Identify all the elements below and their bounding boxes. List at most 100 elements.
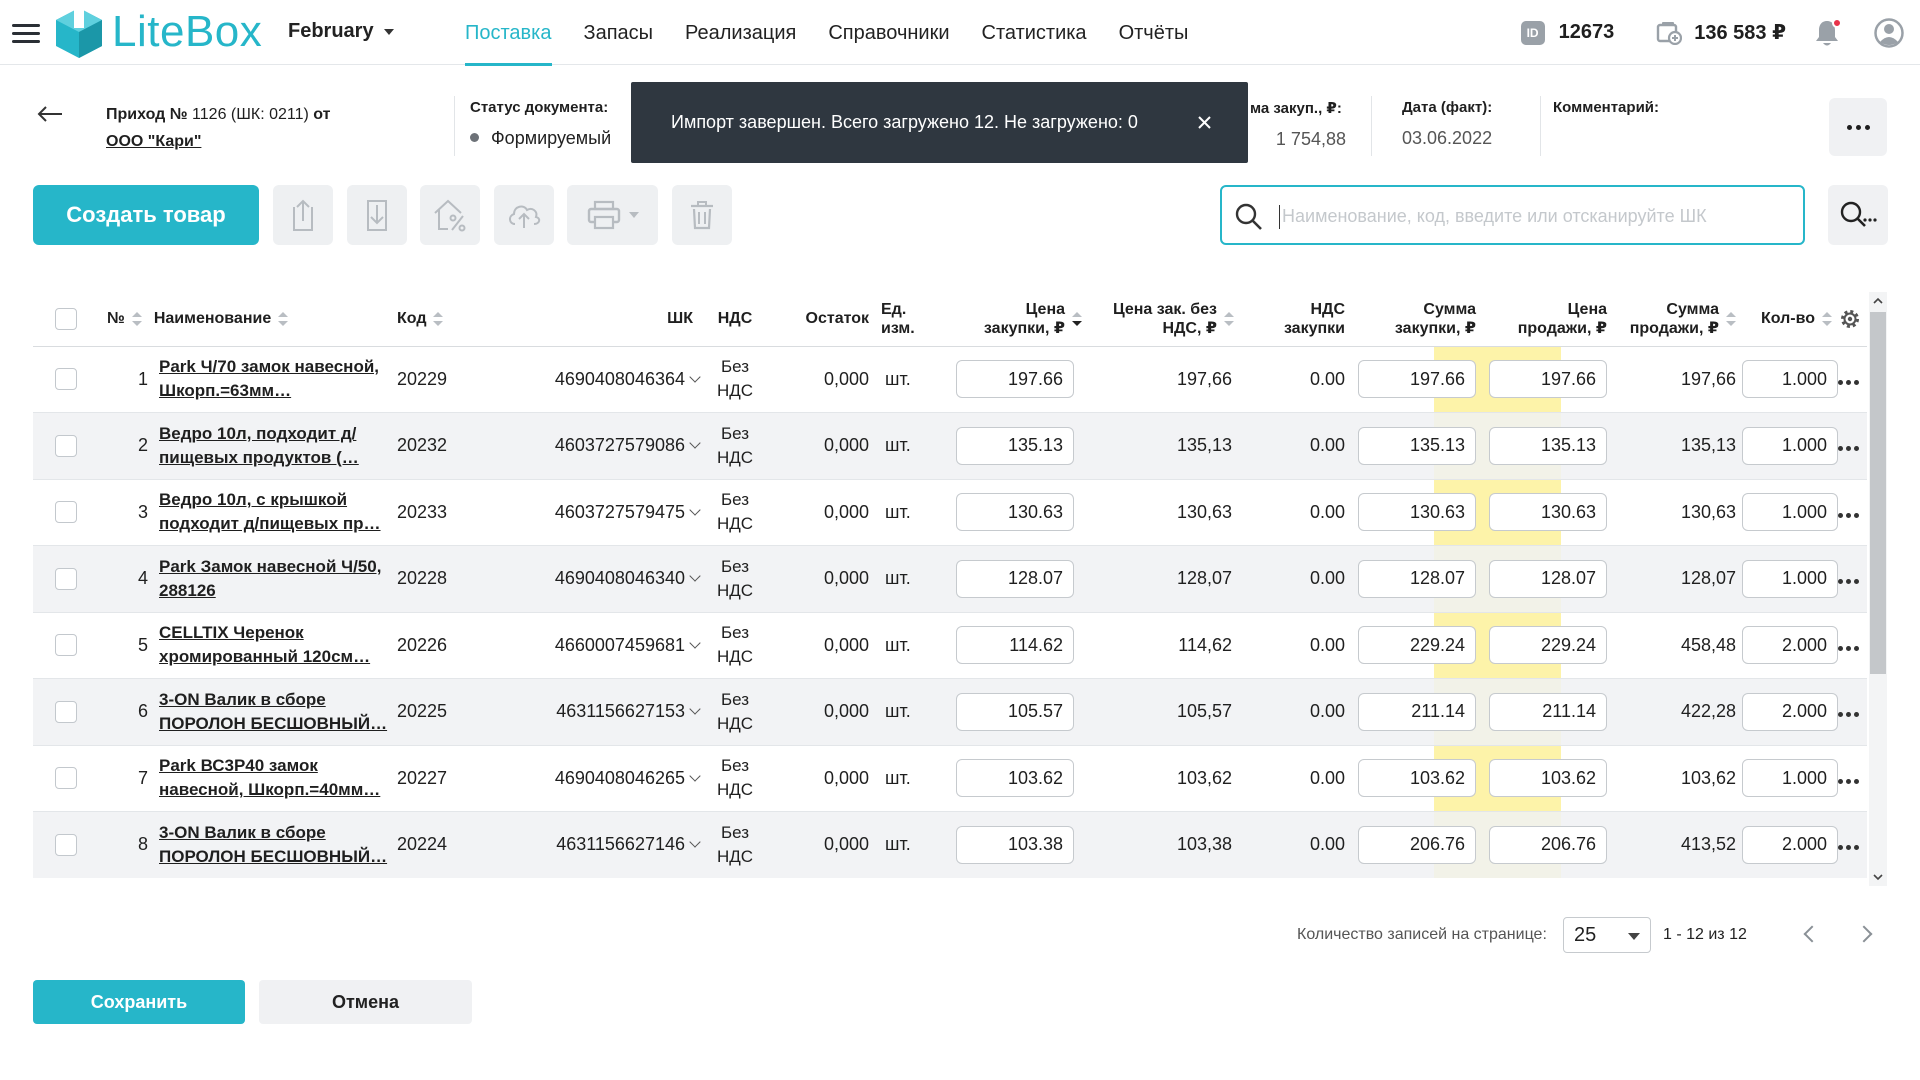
product-name-link[interactable]: Park ВС3Р40 замок навесной, Шкорп.=40мм…	[159, 754, 391, 802]
save-button[interactable]: Сохранить	[33, 980, 245, 1024]
sale-price-input[interactable]	[1489, 493, 1607, 532]
row-checkbox[interactable]	[55, 700, 77, 723]
row-more-icon[interactable]	[1838, 778, 1859, 784]
col-code[interactable]: Код	[397, 292, 487, 347]
col-qty[interactable]: Кол-во	[1736, 292, 1846, 347]
row-select[interactable]	[33, 545, 99, 613]
row-select[interactable]	[33, 346, 99, 413]
purchase-sum-input[interactable]	[1358, 759, 1476, 798]
scroll-thumb[interactable]	[1870, 312, 1886, 674]
create-product-button[interactable]: Создать товар	[33, 185, 259, 245]
row-more-icon[interactable]	[1838, 845, 1859, 851]
next-page-icon[interactable]	[1855, 925, 1873, 943]
row-barcode-cell[interactable]: 4660007459681	[487, 612, 705, 679]
nav-item-statistics[interactable]: Статистика	[966, 0, 1103, 65]
row-more-icon[interactable]	[1838, 579, 1859, 585]
nav-item-supply[interactable]: Поставка	[449, 0, 568, 66]
row-more-icon[interactable]	[1838, 645, 1859, 651]
table-row[interactable]: 1 Park Ч/70 замок навесной, Шкорп.=63мм… 2…	[33, 346, 1867, 413]
purchase-price-input[interactable]	[956, 493, 1074, 532]
row-barcode-cell[interactable]: 4603727579086	[487, 412, 705, 480]
delete-button[interactable]	[672, 185, 732, 245]
row-checkbox[interactable]	[55, 567, 77, 590]
search-input[interactable]	[1282, 197, 1792, 235]
row-select[interactable]	[33, 745, 99, 812]
product-name-link[interactable]: CELLTIX Черенок хромированный 120см…	[159, 621, 391, 669]
col-purchase-price[interactable]: Цена закупки, ₽	[928, 292, 1084, 347]
product-name-link[interactable]: Park Замок навесной Ч/50, 288126	[159, 555, 391, 603]
comment[interactable]: Комментарий:	[1553, 99, 1659, 128]
row-checkbox[interactable]	[55, 634, 77, 657]
purchase-price-input[interactable]	[956, 825, 1074, 864]
nav-item-directories[interactable]: Справочники	[812, 0, 965, 65]
per-page-select[interactable]: 25	[1563, 917, 1651, 953]
row-barcode-cell[interactable]: 4631156627153	[487, 678, 705, 746]
sale-price-input[interactable]	[1489, 825, 1607, 864]
table-row[interactable]: 6 3-ON Валик в сборе ПОРОЛОН БЕСШОВНЫЙ… 20…	[33, 678, 1867, 746]
balance[interactable]: 136 583 ₽	[1656, 20, 1786, 45]
row-select[interactable]	[33, 479, 99, 546]
quantity-input[interactable]	[1742, 626, 1838, 665]
search-box[interactable]	[1220, 185, 1805, 245]
sale-price-input[interactable]	[1489, 559, 1607, 598]
row-checkbox[interactable]	[55, 833, 77, 856]
document-more-button[interactable]	[1829, 98, 1887, 156]
advanced-search-button[interactable]	[1828, 185, 1888, 245]
product-name-link[interactable]: Ведро 10л, с крышкой подходит д/пищевых …	[159, 488, 391, 536]
menu-icon[interactable]	[12, 22, 40, 44]
markup-button[interactable]	[420, 185, 480, 245]
purchase-sum-input[interactable]	[1358, 825, 1476, 864]
purchase-sum-input[interactable]	[1358, 692, 1476, 731]
print-button[interactable]	[567, 185, 658, 245]
row-barcode-cell[interactable]: 4631156627146	[487, 811, 705, 878]
row-select[interactable]	[33, 811, 99, 878]
purchase-sum-input[interactable]	[1358, 559, 1476, 598]
row-barcode-cell[interactable]: 4690408046265	[487, 745, 705, 812]
table-row[interactable]: 3 Ведро 10л, с крышкой подходит д/пищевых…	[33, 479, 1867, 546]
purchase-price-input[interactable]	[956, 692, 1074, 731]
row-more-icon[interactable]	[1838, 379, 1859, 385]
row-barcode-cell[interactable]: 4690408046340	[487, 545, 705, 613]
col-sale-sum[interactable]: Сумма продажи, ₽	[1613, 292, 1736, 347]
purchase-price-input[interactable]	[956, 759, 1074, 798]
select-all-checkbox[interactable]	[55, 307, 77, 330]
sale-price-input[interactable]	[1489, 759, 1607, 798]
quantity-input[interactable]	[1742, 692, 1838, 731]
table-row[interactable]: 2 Ведро 10л, подходит д/пищевых продуктов…	[33, 412, 1867, 480]
table-row[interactable]: 5 CELLTIX Черенок хромированный 120см… 202…	[33, 612, 1867, 679]
supplier-link[interactable]: ООО "Кари"	[106, 128, 331, 155]
row-barcode-cell[interactable]: 4690408046364	[487, 346, 705, 413]
product-name-link[interactable]: 3-ON Валик в сборе ПОРОЛОН БЕСШОВНЫЙ…	[159, 688, 391, 736]
row-more-icon[interactable]	[1838, 712, 1859, 718]
cloud-upload-button[interactable]	[494, 185, 554, 245]
purchase-price-input[interactable]	[956, 626, 1074, 665]
table-row[interactable]: 4 Park Замок навесной Ч/50, 288126 20228 46…	[33, 545, 1867, 613]
export-button[interactable]	[273, 185, 333, 245]
purchase-sum-input[interactable]	[1358, 626, 1476, 665]
quantity-input[interactable]	[1742, 360, 1838, 399]
nav-item-stock[interactable]: Запасы	[568, 0, 670, 65]
quantity-input[interactable]	[1742, 559, 1838, 598]
purchase-price-input[interactable]	[956, 360, 1074, 399]
quantity-input[interactable]	[1742, 759, 1838, 798]
col-price-novat[interactable]: Цена зак. без НДС, ₽	[1084, 292, 1240, 347]
row-checkbox[interactable]	[55, 368, 77, 391]
close-icon[interactable]	[1197, 115, 1212, 130]
nav-item-reports[interactable]: Отчёты	[1103, 0, 1205, 65]
row-barcode-cell[interactable]: 4603727579475	[487, 479, 705, 546]
sale-price-input[interactable]	[1489, 692, 1607, 731]
cancel-button[interactable]: Отмена	[259, 980, 472, 1024]
quantity-input[interactable]	[1742, 825, 1838, 864]
avatar-icon[interactable]	[1874, 17, 1904, 48]
product-name-link[interactable]: Ведро 10л, подходит д/пищевых продуктов …	[159, 422, 391, 470]
purchase-sum-input[interactable]	[1358, 426, 1476, 465]
row-select[interactable]	[33, 612, 99, 679]
logo[interactable]: LiteBox	[54, 6, 262, 58]
product-name-link[interactable]: 3-ON Валик в сборе ПОРОЛОН БЕСШОВНЫЙ…	[159, 821, 391, 869]
col-settings[interactable]	[1841, 292, 1867, 347]
purchase-sum-input[interactable]	[1358, 493, 1476, 532]
row-checkbox[interactable]	[55, 434, 77, 457]
row-more-icon[interactable]	[1838, 446, 1859, 452]
back-arrow-icon[interactable]	[36, 104, 64, 124]
prev-page-icon[interactable]	[1803, 925, 1821, 943]
